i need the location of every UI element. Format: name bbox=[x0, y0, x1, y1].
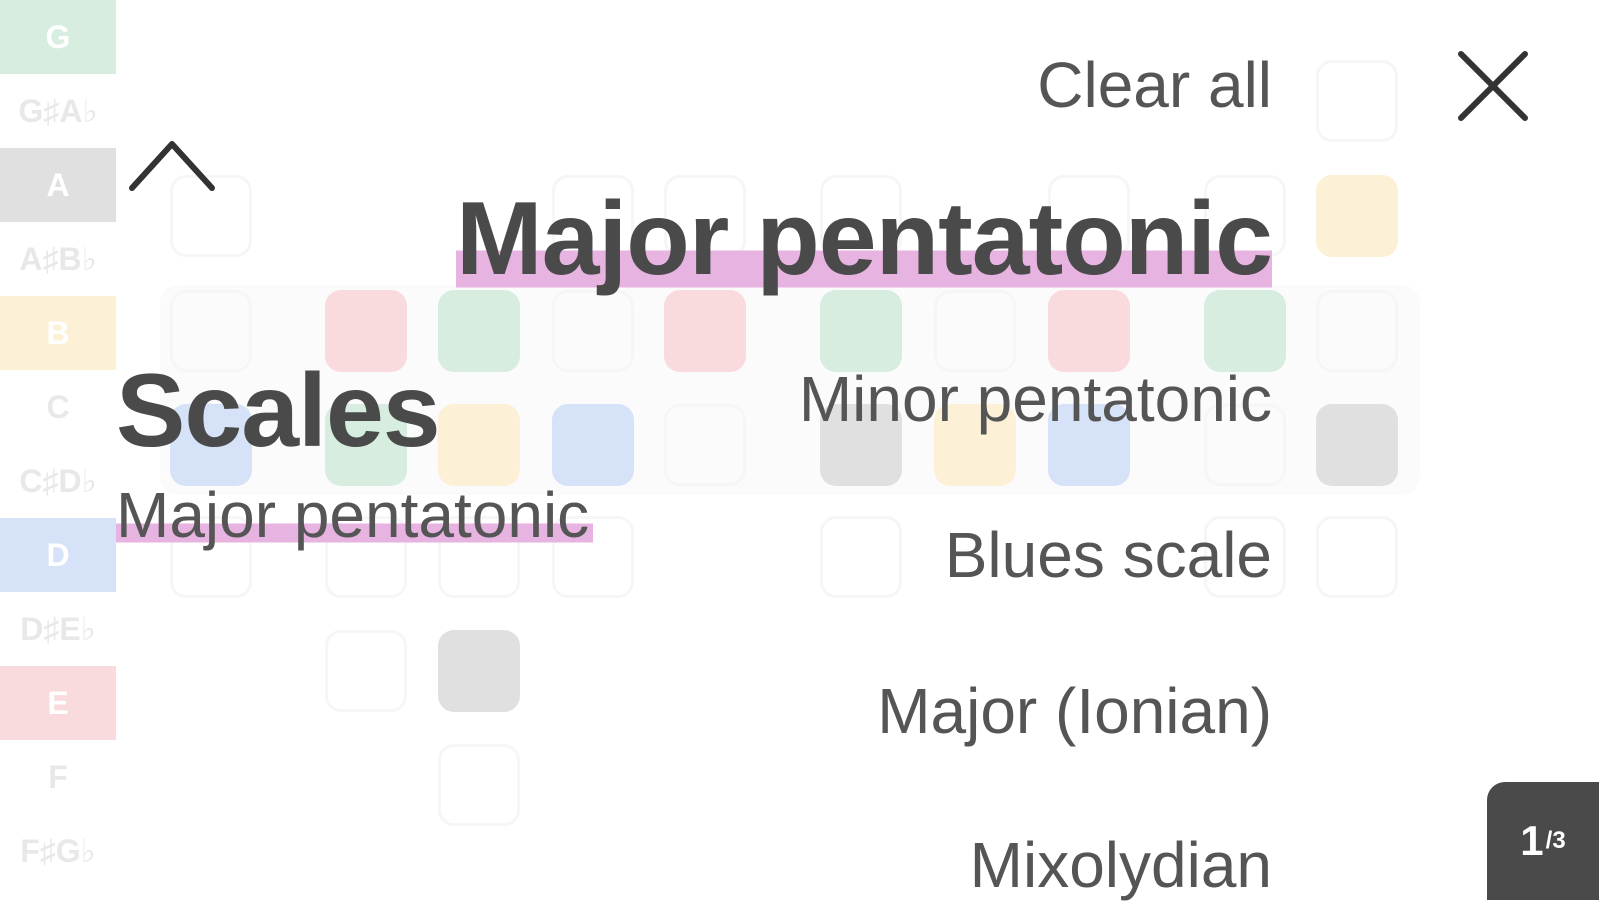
fret-cell bbox=[934, 290, 1016, 372]
fret-cell bbox=[1316, 290, 1398, 372]
fret-cell bbox=[552, 290, 634, 372]
fret-cell bbox=[438, 290, 520, 372]
page-current: 1 bbox=[1520, 817, 1544, 864]
note-row-e: E bbox=[0, 666, 116, 740]
fret-cell bbox=[438, 744, 520, 826]
scale-option-label: Major pentatonic bbox=[455, 181, 1273, 297]
note-row-c: C bbox=[46, 388, 70, 425]
clear-all-button[interactable]: Clear all bbox=[1037, 48, 1272, 122]
scale-option-blues-scale[interactable]: Blues scale bbox=[945, 518, 1272, 592]
scale-option-label: Mixolydian bbox=[969, 829, 1272, 901]
fret-cell bbox=[664, 404, 746, 486]
fret-cell bbox=[820, 290, 902, 372]
page-total: /3 bbox=[1545, 827, 1566, 854]
scale-option-major-ionian[interactable]: Major (Ionian) bbox=[877, 674, 1272, 748]
scale-option-label: Minor pentatonic bbox=[798, 363, 1272, 435]
scale-option-minor-pentatonic[interactable]: Minor pentatonic bbox=[799, 362, 1272, 436]
category-title: Scales bbox=[116, 353, 441, 469]
note-row-g: G bbox=[0, 0, 116, 74]
scale-option-mixolydian[interactable]: Mixolydian bbox=[970, 828, 1272, 902]
scale-option-major-pentatonic[interactable]: Major pentatonic bbox=[455, 180, 1273, 299]
scale-option-label: Blues scale bbox=[944, 519, 1272, 591]
fret-cell bbox=[1204, 290, 1286, 372]
page-indicator[interactable]: 1/3 bbox=[1487, 782, 1599, 900]
selected-scale-label: Major pentatonic bbox=[116, 478, 594, 552]
close-icon[interactable] bbox=[1455, 48, 1531, 124]
fret-cell bbox=[664, 290, 746, 372]
fret-cell bbox=[325, 630, 407, 712]
note-sidebar: G G♯A♭ A A♯B♭ B C C♯D♭ D D♯E♭ E F F♯G♭ bbox=[0, 0, 116, 900]
fret-cell bbox=[820, 516, 902, 598]
scale-option-label: Major (Ionian) bbox=[877, 675, 1272, 747]
fret-cell bbox=[1316, 516, 1398, 598]
fret-cell bbox=[438, 630, 520, 712]
selected-scale-text: Major pentatonic bbox=[116, 479, 594, 551]
page-total-value: 3 bbox=[1552, 827, 1566, 854]
chevron-up-icon[interactable] bbox=[126, 130, 218, 200]
note-row-d: D bbox=[0, 518, 116, 592]
note-row-c-sharp: C♯D♭ bbox=[19, 463, 97, 499]
note-row-d-sharp: D♯E♭ bbox=[20, 611, 96, 647]
fret-cell bbox=[1316, 175, 1398, 257]
note-row-a: A bbox=[0, 148, 116, 222]
note-row-f-sharp: F♯G♭ bbox=[20, 833, 96, 869]
fret-cell bbox=[552, 404, 634, 486]
note-row-a-sharp: A♯B♭ bbox=[19, 241, 97, 277]
fret-cell bbox=[438, 404, 520, 486]
fret-cell bbox=[1316, 404, 1398, 486]
note-row-f: F bbox=[48, 758, 68, 795]
note-row-g-sharp: G♯A♭ bbox=[18, 93, 98, 129]
top-bar: Clear all bbox=[899, 0, 1599, 170]
fret-cell bbox=[1048, 290, 1130, 372]
note-row-b: B bbox=[0, 296, 116, 370]
